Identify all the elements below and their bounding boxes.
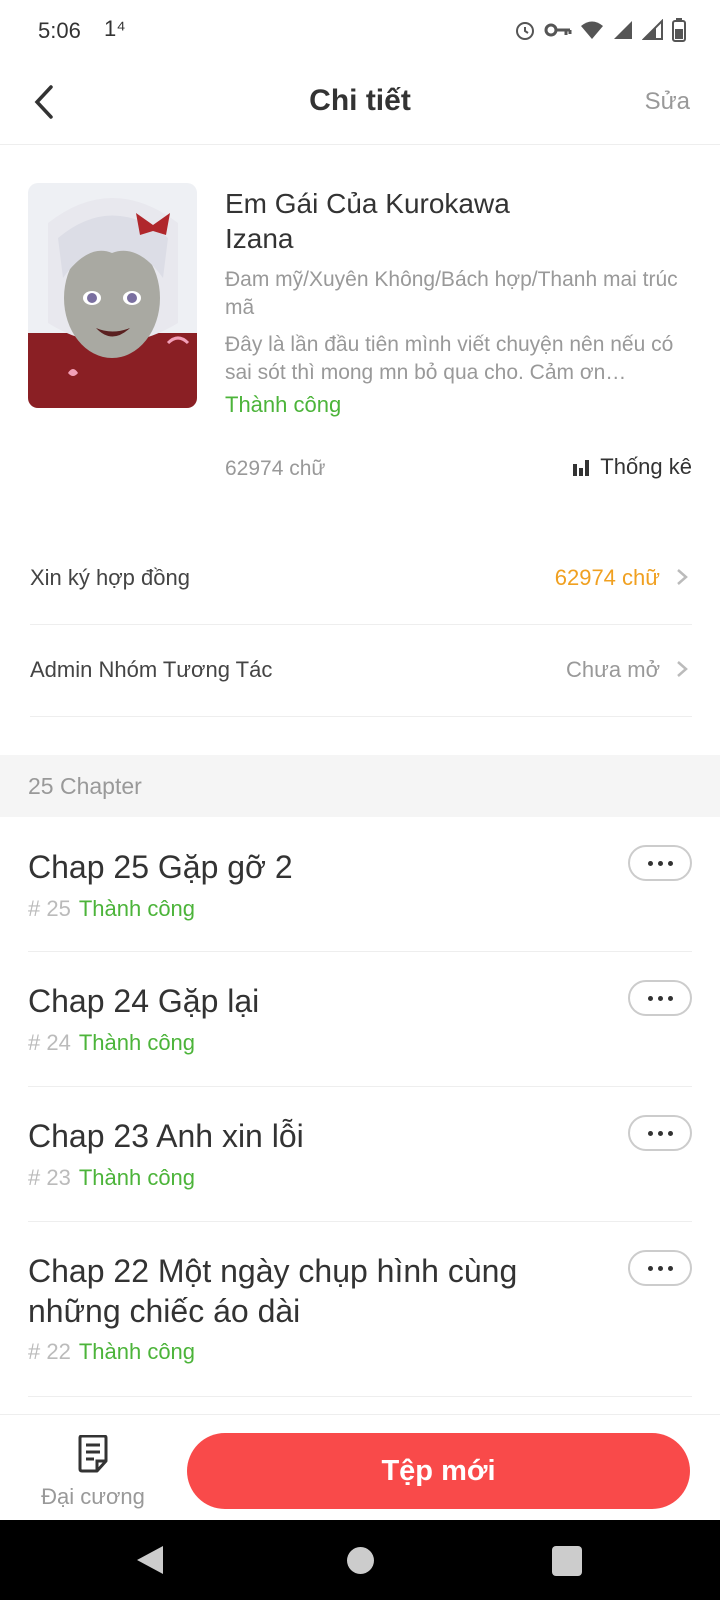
cover-illustration [28,183,197,408]
system-nav-bar [0,1520,720,1600]
alarm-icon [516,22,534,40]
chapter-number: # 23 [28,1165,71,1190]
chapter-item[interactable]: Chap 24 Gặp lại # 24 Thành công [28,951,692,1087]
status-icons [514,18,686,42]
edit-button[interactable]: Sửa [645,88,690,116]
more-options-button[interactable] [628,1115,692,1151]
app-header: Chi tiết Sửa [0,62,720,145]
group-admin-value: Chưa mở [566,657,660,682]
chapter-title: Chap 22 Một ngày chụp hình cùng những ch… [28,1253,518,1329]
more-options-button[interactable] [628,1250,692,1286]
chapter-number: # 22 [28,1339,71,1364]
contract-label: Xin ký hợp đồng [30,565,190,590]
group-admin-row[interactable]: Admin Nhóm Tương Tác Chưa mở [30,624,692,717]
book-genres: Đam mỹ/Xuyên Không/Bách hợp/Thanh mai tr… [225,268,678,319]
new-file-button[interactable]: Tệp mới [187,1433,690,1509]
chapter-meta: # 23 Thành công [28,1165,195,1191]
signal-icon [614,21,632,39]
chapter-number: # 25 [28,896,71,921]
chapter-title: Chap 23 Anh xin lỗi [28,1118,304,1154]
chapter-count: 25 Chapter [28,773,142,799]
bottom-bar: Đại cương Tệp mới [0,1414,720,1521]
chapter-item[interactable]: Chap 22 Một ngày chụp hình cùng những ch… [28,1221,692,1397]
document-icon [78,1434,108,1473]
more-options-button[interactable] [628,980,692,1016]
page-title: Chi tiết [309,84,411,117]
book-title: Em Gái Của Kurokawa Izana [225,188,510,254]
chapter-number: # 24 [28,1030,71,1055]
book-status: Thành công [225,392,342,417]
chapter-meta: # 25 Thành công [28,896,195,922]
chapter-status: Thành công [78,1165,196,1190]
nav-back-icon[interactable] [135,1544,165,1576]
nav-home-icon[interactable] [347,1547,374,1574]
chapters-header: 25 Chapter [0,755,720,817]
chapter-status: Thành công [78,896,196,921]
chevron-right-icon [677,569,688,585]
chapter-title: Chap 25 Gặp gỡ 2 [28,849,293,885]
contract-value: 62974 chữ [554,565,660,590]
battery-icon [672,18,686,42]
stats-label: Thống kê [600,454,692,479]
chevron-right-icon [677,661,688,677]
wifi-icon [581,21,603,39]
book-cover [28,183,197,408]
chapter-title: Chap 24 Gặp lại [28,983,260,1019]
chapter-status: Thành công [78,1030,196,1055]
bar-chart-icon [573,460,590,476]
chapter-status: Thành công [78,1339,196,1364]
chapter-item[interactable]: Chap 23 Anh xin lỗi # 23 Thành công [28,1086,692,1222]
status-extra: 1⁴ [104,16,126,41]
chapter-item[interactable]: Chap 25 Gặp gỡ 2 # 25 Thành công [28,817,692,952]
signal-icon-2 [642,19,663,40]
contract-row[interactable]: Xin ký hợp đồng 62974 chữ [30,532,692,625]
outline-label: Đại cương [41,1484,145,1509]
key-icon [544,23,572,37]
book-description: Đây là lần đầu tiên mình viết chuyện nên… [225,333,674,384]
chapter-meta: # 22 Thành công [28,1339,195,1365]
status-time: 5:06 [38,18,81,43]
outline-tab[interactable]: Đại cương [36,1434,150,1510]
word-count: 62974 chữ [225,457,326,480]
more-options-button[interactable] [628,845,692,881]
stats-button[interactable]: Thống kê [572,454,692,480]
chapter-meta: # 24 Thành công [28,1030,195,1056]
status-bar: 5:06 1⁴ [0,0,720,62]
nav-recent-icon[interactable] [552,1546,582,1576]
group-admin-label: Admin Nhóm Tương Tác [30,657,273,682]
